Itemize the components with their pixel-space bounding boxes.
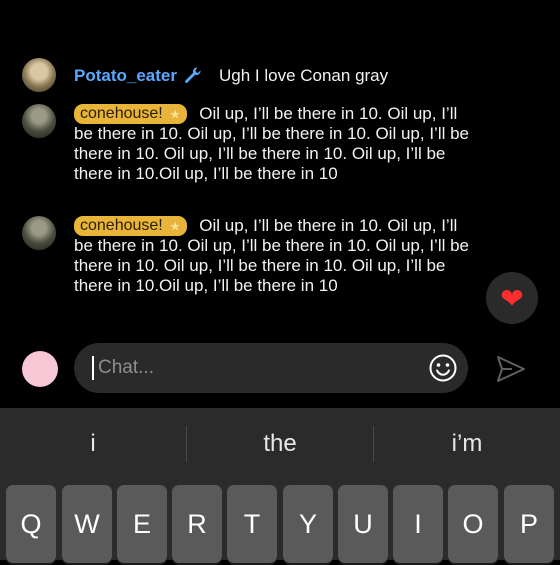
- key-u[interactable]: U: [338, 485, 388, 563]
- smiley-icon[interactable]: [428, 353, 458, 383]
- text-cursor: [92, 356, 94, 380]
- key-p[interactable]: P: [504, 485, 554, 563]
- chat-input-box[interactable]: [74, 343, 468, 393]
- username[interactable]: Potato_eater: [74, 66, 177, 85]
- suggestion[interactable]: i’m: [374, 408, 560, 480]
- key-t[interactable]: T: [227, 485, 277, 563]
- key-q[interactable]: Q: [6, 485, 56, 563]
- send-icon[interactable]: [494, 354, 528, 384]
- star-icon: ★: [168, 218, 182, 234]
- key-i[interactable]: I: [393, 485, 443, 563]
- avatar[interactable]: [22, 58, 56, 92]
- message-body: conehouse! ★ Oil up, I’ll be there in 10. …: [74, 216, 472, 296]
- username: conehouse!: [80, 217, 163, 234]
- username-badge[interactable]: conehouse! ★: [74, 216, 188, 236]
- suggestion[interactable]: i: [0, 408, 186, 480]
- key-row: Q W E R T Y U I O P: [6, 485, 554, 565]
- avatar[interactable]: [22, 104, 56, 138]
- avatar[interactable]: [22, 216, 56, 250]
- keyboard: i the i’m Q W E R T Y U I O P: [0, 408, 560, 563]
- suggestion-bar: i the i’m: [0, 408, 560, 480]
- username: conehouse!: [80, 105, 163, 122]
- key-e[interactable]: E: [117, 485, 167, 563]
- composer-avatar: [22, 351, 58, 387]
- key-y[interactable]: Y: [283, 485, 333, 563]
- message-text: Ugh I love Conan gray: [218, 66, 389, 85]
- username-badge[interactable]: conehouse! ★: [74, 104, 188, 124]
- chat-area: Potato_eater Ugh I love Conan gray coneho…: [0, 0, 560, 408]
- message-body: Potato_eater Ugh I love Conan gray: [74, 66, 472, 86]
- heart-reaction-button[interactable]: ❤: [486, 272, 538, 324]
- star-icon: ★: [168, 106, 182, 122]
- chat-input[interactable]: [96, 356, 400, 380]
- key-r[interactable]: R: [172, 485, 222, 563]
- suggestion[interactable]: the: [187, 408, 373, 480]
- heart-icon: ❤: [500, 282, 524, 314]
- key-w[interactable]: W: [62, 485, 112, 563]
- wrench-icon: [183, 66, 203, 84]
- message-body: conehouse! ★ Oil up, I’ll be there in 10. …: [74, 104, 472, 184]
- key-o[interactable]: O: [448, 485, 498, 563]
